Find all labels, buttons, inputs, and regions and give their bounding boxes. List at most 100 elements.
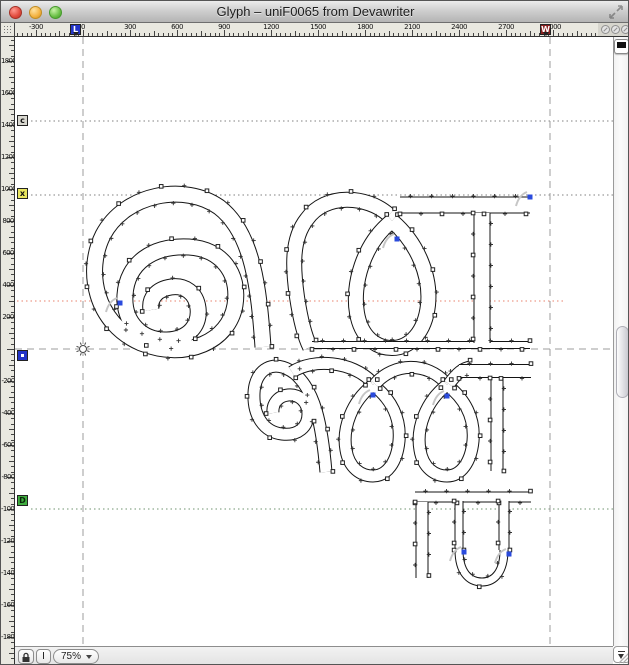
on-curve-point[interactable]: [357, 338, 361, 342]
vertical-scrollbar[interactable]: [613, 37, 629, 646]
on-curve-point[interactable]: [393, 207, 397, 211]
on-curve-point[interactable]: [440, 212, 444, 216]
on-curve-point[interactable]: [404, 352, 408, 356]
on-curve-point[interactable]: [457, 377, 461, 381]
on-curve-point[interactable]: [144, 352, 148, 356]
on-curve-point[interactable]: [449, 378, 453, 382]
on-curve-point[interactable]: [357, 248, 361, 252]
zoom-level-dropdown[interactable]: 75%: [53, 649, 99, 664]
properties-panel-icon[interactable]: [614, 39, 629, 54]
baseline-marker[interactable]: [17, 350, 28, 361]
on-curve-point[interactable]: [410, 372, 414, 376]
on-curve-point[interactable]: [385, 213, 389, 217]
on-curve-point[interactable]: [468, 358, 472, 362]
on-curve-point[interactable]: [279, 388, 283, 392]
cap-height-marker[interactable]: c: [17, 115, 28, 126]
on-curve-point[interactable]: [285, 248, 289, 252]
on-curve-point[interactable]: [524, 212, 528, 216]
glyph-canvas[interactable]: cxD: [15, 37, 613, 646]
on-curve-point[interactable]: [378, 387, 382, 391]
on-curve-point[interactable]: [452, 499, 456, 503]
on-curve-point[interactable]: [241, 219, 245, 223]
on-curve-point[interactable]: [314, 338, 318, 342]
edit-mode-button[interactable]: I: [36, 649, 51, 664]
on-curve-point[interactable]: [326, 427, 330, 431]
on-curve-point[interactable]: [453, 386, 457, 390]
on-curve-point[interactable]: [415, 415, 419, 419]
on-curve-point[interactable]: [105, 327, 109, 331]
glyph-outline-drawing[interactable]: [15, 37, 613, 646]
on-curve-point[interactable]: [436, 348, 440, 352]
on-curve-point[interactable]: [410, 228, 414, 232]
on-curve-point[interactable]: [431, 268, 435, 272]
on-curve-point[interactable]: [478, 434, 482, 438]
selected-point[interactable]: [445, 394, 450, 399]
on-curve-point[interactable]: [312, 419, 316, 423]
on-curve-point[interactable]: [89, 239, 93, 243]
on-curve-point[interactable]: [230, 331, 234, 335]
on-curve-point[interactable]: [146, 288, 150, 292]
on-curve-point[interactable]: [398, 212, 402, 216]
on-curve-point[interactable]: [478, 348, 482, 352]
on-curve-point[interactable]: [471, 253, 475, 257]
on-curve-point[interactable]: [264, 412, 268, 416]
selected-point[interactable]: [507, 552, 512, 557]
on-curve-point[interactable]: [477, 585, 481, 589]
on-curve-point[interactable]: [259, 260, 263, 264]
on-curve-point[interactable]: [463, 391, 467, 395]
selected-point[interactable]: [462, 550, 467, 555]
on-curve-point[interactable]: [439, 386, 443, 390]
on-curve-point[interactable]: [266, 302, 270, 306]
on-curve-point[interactable]: [117, 202, 121, 206]
lock-button[interactable]: [18, 649, 34, 664]
on-curve-point[interactable]: [268, 436, 272, 440]
on-curve-point[interactable]: [529, 489, 533, 493]
on-curve-point[interactable]: [140, 310, 144, 314]
on-curve-point[interactable]: [375, 378, 379, 382]
on-curve-point[interactable]: [312, 385, 316, 389]
selected-point[interactable]: [371, 393, 376, 398]
on-curve-point[interactable]: [528, 339, 532, 343]
on-curve-point[interactable]: [482, 212, 486, 216]
on-curve-point[interactable]: [159, 185, 163, 189]
on-curve-point[interactable]: [441, 378, 445, 382]
on-curve-point[interactable]: [274, 357, 278, 361]
on-curve-point[interactable]: [488, 418, 492, 422]
on-curve-point[interactable]: [331, 470, 335, 474]
on-curve-point[interactable]: [471, 211, 475, 215]
selected-point[interactable]: [395, 237, 400, 242]
vertical-scrollbar-thumb[interactable]: [616, 326, 629, 398]
on-curve-point[interactable]: [197, 286, 201, 290]
on-curve-point[interactable]: [245, 395, 249, 399]
on-curve-point[interactable]: [144, 344, 148, 348]
window-resize-grip[interactable]: [618, 652, 629, 664]
on-curve-point[interactable]: [488, 460, 492, 464]
ruler-option-icon-2[interactable]: [611, 25, 620, 34]
on-curve-point[interactable]: [415, 461, 419, 465]
on-curve-point[interactable]: [349, 190, 353, 194]
on-curve-point[interactable]: [295, 334, 299, 338]
vertical-ruler[interactable]: 18001600140012001000800600400200-200-400…: [1, 37, 15, 665]
on-curve-point[interactable]: [452, 541, 456, 545]
on-curve-point[interactable]: [346, 292, 350, 296]
glyph-origin-icon[interactable]: [80, 346, 87, 353]
on-curve-point[interactable]: [413, 542, 417, 546]
on-curve-point[interactable]: [294, 376, 298, 380]
on-curve-point[interactable]: [488, 376, 492, 380]
on-curve-point[interactable]: [427, 574, 431, 578]
on-curve-point[interactable]: [508, 548, 512, 552]
on-curve-point[interactable]: [286, 292, 290, 296]
on-curve-point[interactable]: [364, 383, 368, 387]
on-curve-point[interactable]: [189, 355, 193, 359]
on-curve-point[interactable]: [520, 348, 524, 352]
on-curve-point[interactable]: [205, 189, 209, 193]
on-curve-point[interactable]: [499, 377, 503, 381]
on-curve-point[interactable]: [433, 313, 437, 317]
selected-point[interactable]: [118, 301, 123, 306]
on-curve-point[interactable]: [471, 337, 475, 341]
on-curve-point[interactable]: [341, 461, 345, 465]
on-curve-point[interactable]: [127, 258, 131, 262]
x-height-marker[interactable]: x: [17, 188, 28, 199]
on-curve-point[interactable]: [389, 391, 393, 395]
on-curve-point[interactable]: [352, 348, 356, 352]
